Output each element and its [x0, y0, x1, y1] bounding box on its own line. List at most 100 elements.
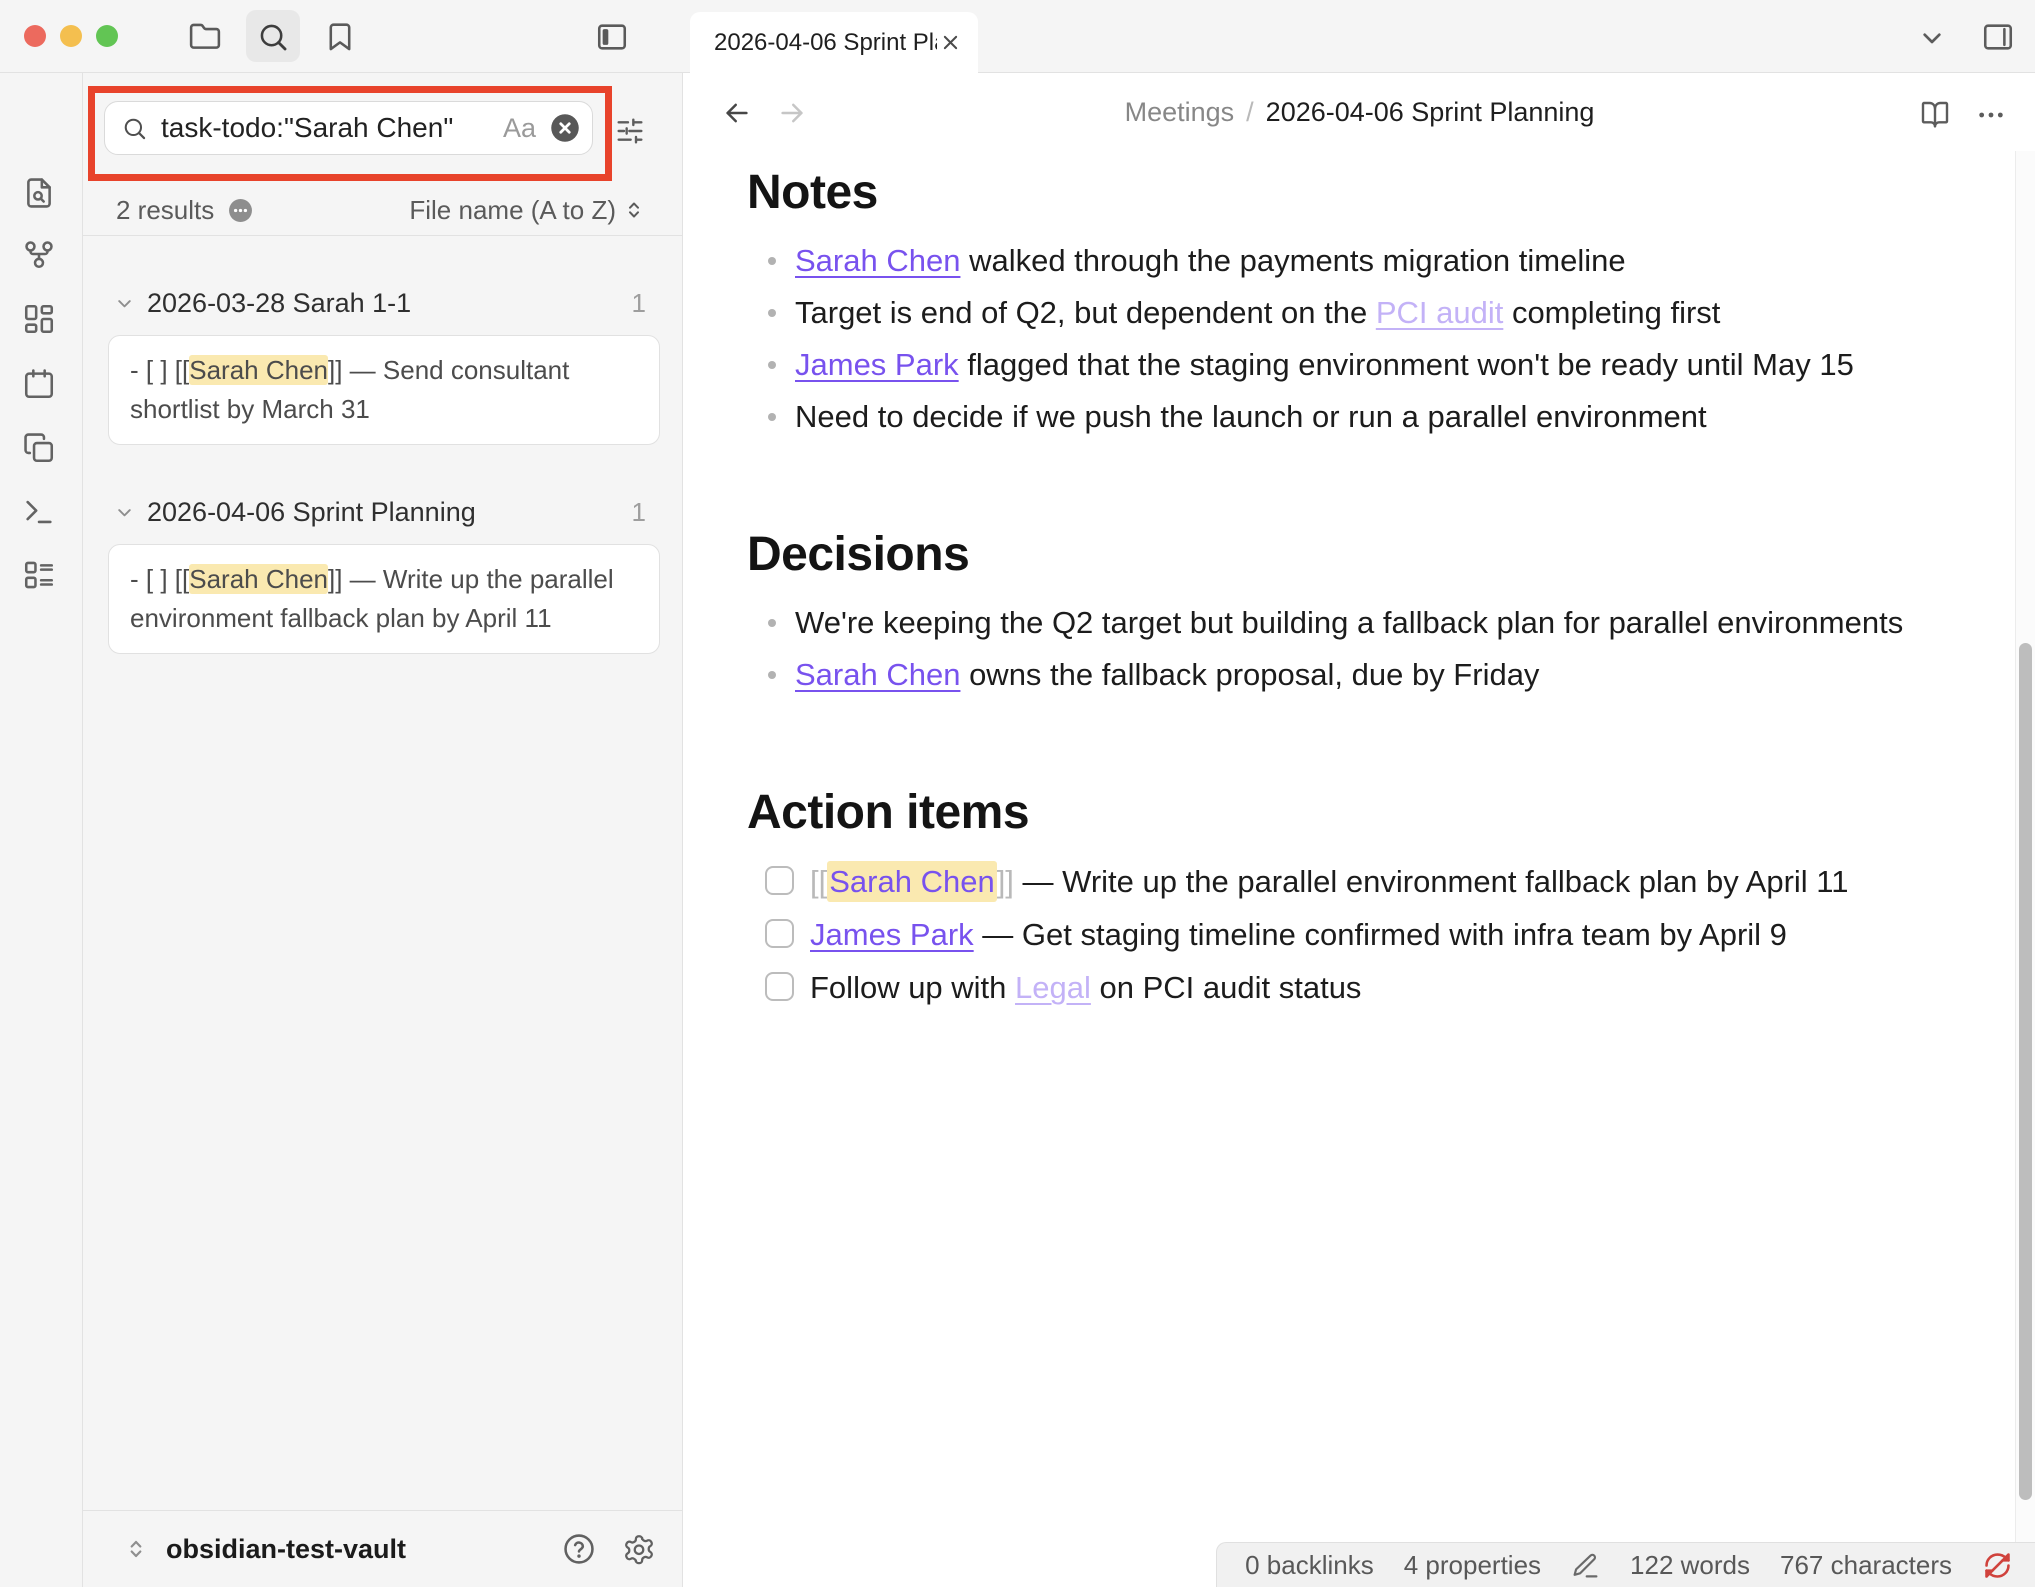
result-group-header[interactable]: 2026-04-06 Sprint Planning1	[113, 497, 646, 528]
book-open-icon[interactable]	[1919, 99, 1951, 131]
clear-search-icon[interactable]	[550, 113, 580, 143]
results-summary-row: 2 results File name (A to Z)	[116, 190, 646, 230]
task-text: [[Sarah Chen]] — Write up the parallel e…	[810, 855, 1849, 908]
search-results: 2026-03-28 Sarah 1-1 1 - [ ] [[Sarah Chen]…	[83, 236, 682, 1509]
text: walked through the payments migration ti…	[960, 243, 1625, 278]
results-ellipsis-badge-icon[interactable]	[228, 198, 253, 223]
breadcrumb-folder[interactable]: Meetings	[1125, 97, 1235, 128]
text: — Write up the parallel environment fall…	[1014, 864, 1849, 899]
panel-left-toggle-icon[interactable]	[595, 20, 629, 54]
task-item: Follow up with Legal on PCI audit status	[765, 961, 1923, 1014]
task-list: [[Sarah Chen]] — Write up the parallel e…	[765, 855, 1923, 1014]
wiki-link[interactable]: Sarah Chen	[795, 657, 960, 692]
editor-pane: Meetings / 2026-04-06 Sprint Planning No…	[684, 73, 2035, 1587]
text: owns the fallback proposal, due by Frida…	[960, 657, 1539, 692]
wiki-link-highlighted[interactable]: Sarah Chen	[827, 861, 996, 902]
bullet-item: Need to decide if we push the launch or …	[747, 391, 1923, 443]
match-case-toggle[interactable]: Aa	[503, 113, 536, 144]
left-icon-rail	[0, 73, 83, 1587]
results-count: 2 results	[116, 195, 214, 226]
collapse-chevron-icon[interactable]	[113, 501, 136, 524]
tab-title: 2026-04-06 Sprint Plan...	[714, 29, 937, 57]
close-window-button[interactable]	[24, 25, 46, 47]
canvas-icon[interactable]	[22, 302, 56, 336]
result-match-card[interactable]: - [ ] [[Sarah Chen]] — Send consultant s…	[108, 335, 660, 445]
search-settings-sliders-icon[interactable]	[614, 115, 646, 147]
file-search-icon[interactable]	[22, 176, 56, 210]
panel-right-toggle-icon[interactable]	[1981, 20, 2015, 54]
list-icon[interactable]	[22, 558, 56, 592]
result-count: 1	[632, 288, 646, 319]
text: flagged that the staging environment won…	[959, 347, 1854, 382]
status-bar: 0 backlinks 4 properties 122 words 767 c…	[1216, 1542, 2035, 1587]
bookmark-icon[interactable]	[323, 20, 357, 54]
view-header: Meetings / 2026-04-06 Sprint Planning	[684, 73, 2035, 151]
vault-switcher-icon[interactable]	[123, 1536, 149, 1562]
sort-order-control[interactable]: File name (A to Z)	[409, 195, 646, 226]
breadcrumb-separator: /	[1246, 97, 1254, 128]
terminal-icon[interactable]	[22, 495, 56, 529]
sync-off-icon[interactable]	[1982, 1550, 2013, 1581]
bullet-item: James Park flagged that the staging envi…	[747, 339, 1923, 391]
properties-count[interactable]: 4 properties	[1404, 1550, 1541, 1581]
help-icon[interactable]	[562, 1532, 596, 1566]
match-highlight: Sarah Chen	[189, 564, 328, 594]
result-match-card[interactable]: - [ ] [[Sarah Chen]] — Write up the para…	[108, 544, 660, 654]
folder-icon[interactable]	[188, 20, 222, 54]
scrollbar-thumb[interactable]	[2019, 643, 2032, 1500]
note-body: Notes Sarah Chen walked through the payme…	[684, 151, 2035, 1014]
character-count: 767 characters	[1780, 1550, 1952, 1581]
task-item: [[Sarah Chen]] — Write up the parallel e…	[765, 855, 1923, 908]
result-file-name: 2026-03-28 Sarah 1-1	[147, 288, 411, 319]
tab-active[interactable]: 2026-04-06 Sprint Plan...	[690, 12, 978, 73]
section-heading: Notes	[747, 165, 1923, 221]
calendar-icon[interactable]	[22, 367, 56, 401]
unresolved-link[interactable]: Legal	[1015, 970, 1091, 1005]
close-icon[interactable]	[937, 29, 964, 56]
magnifier-icon	[121, 115, 148, 142]
task-checkbox[interactable]	[765, 866, 794, 895]
zoom-window-button[interactable]	[96, 25, 118, 47]
copy-icon[interactable]	[22, 431, 56, 465]
task-checkbox[interactable]	[765, 972, 794, 1001]
search-query-text: task-todo:"Sarah Chen"	[161, 112, 453, 144]
task-item: James Park — Get staging timeline confir…	[765, 908, 1923, 961]
backlinks-count[interactable]: 0 backlinks	[1245, 1550, 1374, 1581]
search-input[interactable]: task-todo:"Sarah Chen" Aa	[104, 101, 593, 155]
vault-name[interactable]: obsidian-test-vault	[166, 1534, 406, 1565]
breadcrumb-note-title[interactable]: 2026-04-06 Sprint Planning	[1266, 97, 1595, 128]
search-icon[interactable]	[256, 20, 290, 54]
forward-arrow-icon[interactable]	[777, 98, 807, 128]
text: Follow up with	[810, 970, 1015, 1005]
task-checkbox[interactable]	[765, 919, 794, 948]
gear-icon[interactable]	[622, 1532, 656, 1566]
minimize-window-button[interactable]	[60, 25, 82, 47]
collapse-chevron-icon[interactable]	[113, 292, 136, 315]
wikilink-brackets: [[	[810, 864, 827, 899]
vault-row: obsidian-test-vault	[83, 1510, 682, 1587]
sort-updown-icon	[622, 198, 646, 222]
section-heading: Decisions	[747, 527, 1923, 583]
bullet-list: Sarah Chen walked through the payments m…	[747, 235, 1923, 443]
bullet-list: We're keeping the Q2 target but building…	[747, 597, 1923, 701]
sort-label: File name (A to Z)	[409, 195, 616, 226]
wiki-link[interactable]: James Park	[795, 347, 959, 382]
task-text: James Park — Get staging timeline confir…	[810, 908, 1787, 961]
back-arrow-icon[interactable]	[722, 98, 752, 128]
text: on PCI audit status	[1091, 970, 1362, 1005]
bullet-item: Sarah Chen owns the fallback proposal, d…	[747, 649, 1923, 701]
graph-icon[interactable]	[22, 238, 56, 272]
unresolved-link[interactable]: PCI audit	[1376, 295, 1504, 330]
text: We're keeping the Q2 target but building…	[795, 605, 1903, 640]
result-group-header[interactable]: 2026-03-28 Sarah 1-1 1	[113, 288, 646, 319]
wiki-link[interactable]: Sarah Chen	[795, 243, 960, 278]
text: Target is end of Q2, but dependent on th…	[795, 295, 1376, 330]
tab-list-chevron-down-icon[interactable]	[1916, 22, 1948, 54]
breadcrumb: Meetings / 2026-04-06 Sprint Planning	[864, 73, 1855, 151]
result-file-name: 2026-04-06 Sprint Planning	[147, 497, 476, 528]
edit-pencil-icon[interactable]	[1571, 1551, 1600, 1580]
word-count: 122 words	[1630, 1550, 1750, 1581]
wiki-link[interactable]: James Park	[810, 917, 974, 952]
more-options-icon[interactable]	[1975, 99, 2007, 131]
bullet-item: Target is end of Q2, but dependent on th…	[747, 287, 1923, 339]
